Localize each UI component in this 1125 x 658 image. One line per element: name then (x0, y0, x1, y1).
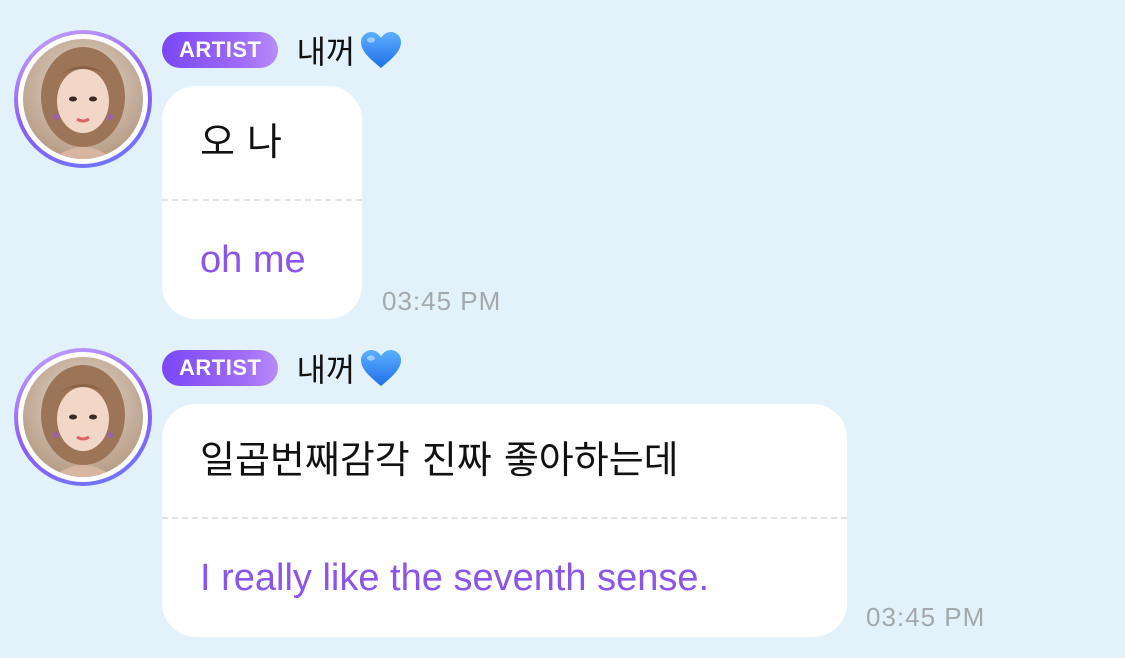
message-header: ARTIST 내꺼 (162, 348, 403, 389)
sender-name: 내꺼 (296, 351, 356, 389)
chat-message: ARTIST 내꺼 일곱번째감각 진짜 좋아하는데 I really like … (0, 348, 1125, 648)
avatar[interactable] (14, 348, 152, 486)
sender-name: 내꺼 (296, 33, 356, 71)
blue-heart-icon (361, 32, 402, 68)
profile-photo (23, 357, 143, 477)
message-bubble[interactable]: 일곱번째감각 진짜 좋아하는데 I really like the sevent… (162, 404, 847, 637)
message-timestamp: 03:45 PM (382, 286, 502, 316)
translated-message-text: I really like the seventh sense. (200, 557, 710, 599)
chat-message: ARTIST 내꺼 오 나 oh me 03:45 PM (0, 30, 1125, 325)
blue-heart-icon (361, 350, 402, 386)
translated-message-text: oh me (200, 239, 306, 281)
message-timestamp: 03:45 PM (866, 602, 986, 632)
message-bubble[interactable]: 오 나 oh me (162, 86, 362, 319)
original-message-text: 일곱번째감각 진짜 좋아하는데 (200, 438, 679, 482)
original-message-text: 오 나 (200, 120, 282, 164)
artist-badge: ARTIST (162, 350, 279, 386)
artist-badge: ARTIST (162, 32, 279, 68)
avatar[interactable] (14, 30, 152, 168)
message-header: ARTIST 내꺼 (162, 30, 403, 71)
profile-photo (23, 39, 143, 159)
